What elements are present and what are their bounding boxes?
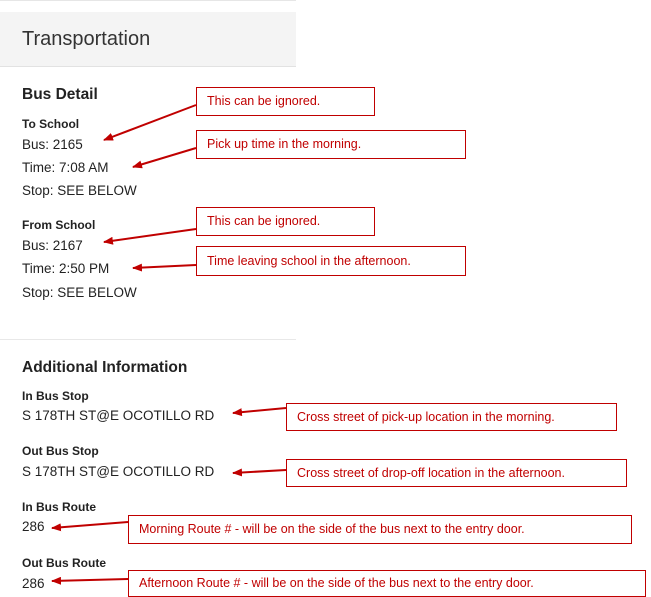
- arrow-to-bus: [103, 104, 197, 141]
- arrow-in-stop: [232, 407, 287, 417]
- arrow-out-route: [51, 576, 129, 585]
- arrow-out-stop: [232, 468, 287, 477]
- arrow-from-time: [132, 263, 197, 272]
- arrow-to-time: [132, 147, 197, 169]
- annotation-arrows: [51, 104, 287, 585]
- arrow-from-bus: [103, 228, 197, 245]
- arrow-in-route: [51, 521, 129, 532]
